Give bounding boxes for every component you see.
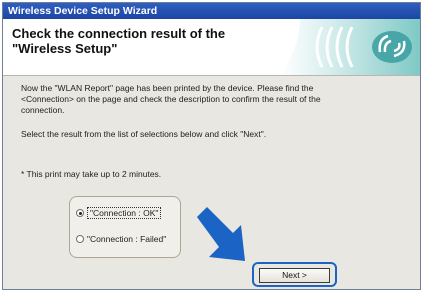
instruction-line-3: connection. — [21, 105, 65, 115]
page-title-line1: Check the connection result of the — [12, 26, 226, 41]
option-ok-label: "Connection : OK" — [87, 207, 162, 219]
connection-result-group: "Connection : OK" "Connection : Failed" — [69, 196, 181, 258]
title-bar: Wireless Device Setup Wizard — [3, 3, 420, 19]
option-connection-ok[interactable]: "Connection : OK" — [76, 207, 162, 219]
arrow-down-right-icon — [197, 207, 245, 261]
radio-ok[interactable] — [76, 209, 84, 217]
wizard-window: Wireless Device Setup Wizard Check the c… — [2, 2, 421, 290]
radio-failed[interactable] — [76, 235, 84, 243]
next-button[interactable]: Next > — [259, 268, 330, 283]
instruction-line-1: Now the "WLAN Report" page has been prin… — [21, 83, 314, 93]
option-failed-label: "Connection : Failed" — [87, 234, 167, 244]
wireless-logo-icon — [280, 19, 420, 75]
header-panel: Check the connection result of the "Wire… — [3, 19, 420, 76]
page-title-line2: "Wireless Setup" — [12, 41, 118, 56]
option-connection-failed[interactable]: "Connection : Failed" — [76, 234, 166, 244]
instruction-line-2: <Connection> on the page and check the d… — [21, 94, 321, 104]
select-instruction: Select the result from the list of selec… — [21, 129, 267, 139]
page-title: Check the connection result of the "Wire… — [12, 26, 262, 56]
print-time-note: * This print may take up to 2 minutes. — [21, 169, 162, 179]
